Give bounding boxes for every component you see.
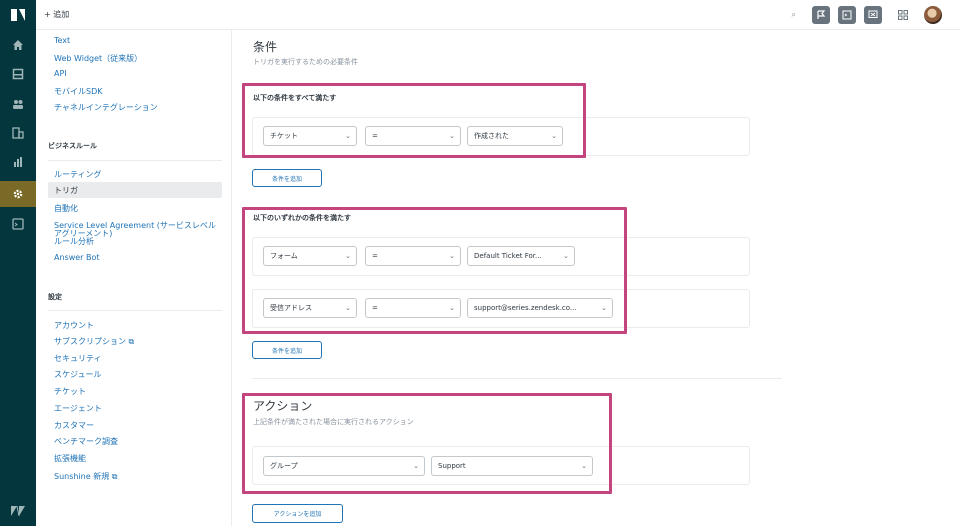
action-field-select[interactable]: グループ ⌄ — [263, 456, 425, 476]
select-value: 作成された — [474, 132, 509, 140]
apps-terminal-icon[interactable] — [0, 211, 36, 237]
select-value: フォーム — [270, 252, 298, 260]
admin-sidebar: Text Web Widget（従来版） API モバイルSDK チャネルインテ… — [36, 30, 232, 526]
terminal-icon[interactable] — [838, 5, 856, 24]
conditions-title: 条件 — [253, 40, 278, 54]
conversations-flag-icon[interactable] — [812, 5, 830, 24]
sidebar-item-api[interactable]: API — [54, 69, 67, 78]
chevron-down-icon: ⌄ — [449, 132, 455, 140]
chevron-down-icon: ⌄ — [449, 304, 455, 312]
condition-value-select[interactable]: 作成された ⌄ — [467, 126, 563, 146]
select-value: Default Ticket For... — [474, 252, 542, 260]
sidebar-item-schedule[interactable]: スケジュール — [54, 369, 101, 380]
sidebar-item-sunshine[interactable]: Sunshine 新規 ⧉ — [54, 471, 117, 482]
condition-field-select[interactable]: 受信アドレス ⌄ — [263, 298, 357, 318]
sidebar-item-rule-analysis[interactable]: ルール分析 — [54, 236, 94, 247]
chevron-down-icon: ⌄ — [601, 304, 607, 312]
all-conditions-heading: 以下の条件をすべて満たす — [253, 94, 337, 102]
chevron-down-icon: ⌄ — [345, 304, 351, 312]
notifications-icon[interactable] — [864, 5, 882, 24]
reporting-icon[interactable] — [0, 149, 36, 175]
add-button[interactable]: + 追加 — [44, 9, 69, 20]
select-value: 受信アドレス — [270, 304, 312, 312]
sidebar-item-answer-bot[interactable]: Answer Bot — [54, 253, 100, 262]
zendesk-bottom-logo-icon[interactable] — [0, 498, 36, 524]
condition-field-select[interactable]: チケット ⌄ — [263, 126, 357, 146]
chevron-down-icon: ⌄ — [581, 462, 587, 470]
section-settings: 設定 — [48, 293, 62, 301]
chevron-down-icon: ⌄ — [449, 252, 455, 260]
add-condition-button[interactable]: 条件を追加 — [252, 341, 322, 359]
home-icon[interactable] — [0, 32, 36, 58]
topbar-icons: ⌕ — [792, 5, 942, 24]
select-value: グループ — [270, 462, 298, 470]
chevron-down-icon: ⌄ — [345, 252, 351, 260]
sidebar-item-agents[interactable]: エージェント — [54, 403, 102, 414]
condition-field-select[interactable]: フォーム ⌄ — [263, 246, 357, 266]
sidebar-item-routing[interactable]: ルーティング — [54, 169, 102, 180]
sidebar-item-tickets[interactable]: チケット — [54, 386, 86, 397]
top-bar: + 追加 ⌕ — [36, 0, 960, 30]
sidebar-item-customers[interactable]: カスタマー — [54, 420, 94, 431]
admin-gear-icon[interactable] — [0, 181, 36, 207]
select-value: = — [372, 304, 378, 312]
select-value: チケット — [270, 132, 298, 140]
chevron-down-icon: ⌄ — [413, 462, 419, 470]
views-icon[interactable] — [0, 61, 36, 87]
product-rail — [0, 0, 36, 526]
select-value: = — [372, 252, 378, 260]
sidebar-item-triggers[interactable]: トリガ — [54, 185, 78, 196]
section-divider — [252, 378, 782, 379]
customers-icon[interactable] — [0, 91, 36, 117]
sidebar-item-automations[interactable]: 自動化 — [54, 203, 78, 214]
main-content: 条件 トリガを実行するための必要条件 以下の条件をすべて満たす チケット ⌄ = ⌄… — [232, 30, 960, 526]
any-conditions-heading: 以下のいずれかの条件を満たす — [253, 214, 351, 222]
conditions-subtitle: トリガを実行するための必要条件 — [253, 58, 358, 66]
sidebar-item-security[interactable]: セキュリティ — [54, 353, 102, 364]
chevron-down-icon: ⌄ — [551, 132, 557, 140]
sidebar-item-text[interactable]: Text — [54, 36, 70, 45]
sidebar-item-benchmark[interactable]: ベンチマーク調査 — [54, 436, 118, 447]
action-value-select[interactable]: Support ⌄ — [431, 456, 593, 476]
condition-value-select[interactable]: Default Ticket For... ⌄ — [467, 246, 575, 266]
search-icon[interactable]: ⌕ — [792, 10, 796, 20]
sidebar-item-channel-integrations[interactable]: チャネルインテグレーション — [54, 102, 158, 113]
actions-subtitle: 上記条件が満たされた場合に実行されるアクション — [253, 418, 414, 426]
chevron-down-icon: ⌄ — [563, 252, 569, 260]
organizations-icon[interactable] — [0, 120, 36, 146]
actions-title: アクション — [253, 399, 313, 413]
sidebar-item-subscription[interactable]: サブスクリプション ⧉ — [54, 336, 134, 347]
condition-operator-select[interactable]: = ⌄ — [365, 298, 461, 318]
select-value: = — [372, 132, 378, 140]
sidebar-item-account[interactable]: アカウント — [54, 320, 94, 331]
add-condition-button[interactable]: 条件を追加 — [252, 169, 322, 187]
zendesk-logo-icon[interactable] — [0, 2, 36, 28]
sidebar-item-mobile-sdk[interactable]: モバイルSDK — [54, 86, 102, 97]
product-tray-icon[interactable] — [898, 5, 908, 24]
section-business-rules: ビジネスルール — [48, 142, 97, 150]
divider — [48, 310, 222, 311]
sidebar-item-web-widget[interactable]: Web Widget（従来版） — [54, 53, 142, 64]
sidebar-item-extensions[interactable]: 拡張機能 — [54, 453, 86, 464]
condition-operator-select[interactable]: = ⌄ — [365, 246, 461, 266]
condition-operator-select[interactable]: = ⌄ — [365, 126, 461, 146]
chevron-down-icon: ⌄ — [345, 132, 351, 140]
add-action-button[interactable]: アクションを追加 — [252, 504, 343, 523]
select-value: Support — [438, 462, 466, 470]
divider — [48, 160, 222, 161]
condition-value-select[interactable]: support@series.zendesk.co... ⌄ — [467, 298, 613, 318]
avatar[interactable] — [924, 5, 942, 24]
select-value: support@series.zendesk.co... — [474, 304, 577, 312]
